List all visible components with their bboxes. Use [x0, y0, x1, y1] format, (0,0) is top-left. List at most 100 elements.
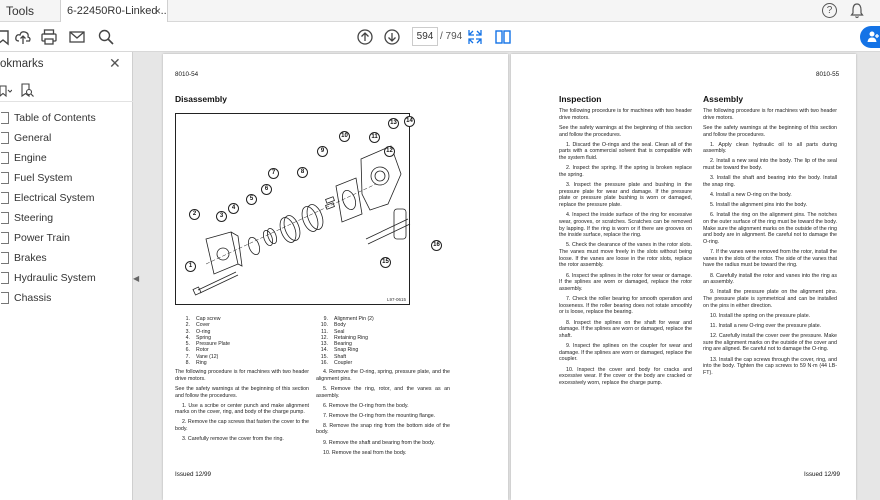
callout-4: 4 [228, 203, 239, 214]
paragraph: 4. Remove the O-ring, spring, pressure p… [316, 369, 450, 382]
bell-icon[interactable] [850, 3, 864, 19]
legend-text: Ring [196, 360, 207, 367]
bookmark-icon [1, 272, 9, 284]
bookmarks-toolbar [0, 80, 133, 102]
close-panel-button[interactable]: ✕ [109, 55, 121, 72]
paragraph: See the safety warnings at the beginning… [703, 124, 837, 138]
paragraph: 7. If the vanes were removed from the ro… [703, 249, 837, 269]
bookmark-icon [1, 152, 9, 164]
bookmark-item[interactable]: Hydraulic System [0, 268, 96, 288]
bookmark-item[interactable]: Engine [0, 148, 47, 168]
bookmark-icon [1, 252, 9, 264]
share-button[interactable] [860, 26, 880, 48]
bookmarks-title: okmarks [0, 58, 44, 70]
bookmark-item[interactable]: Table of Contents [0, 108, 96, 128]
legend-text: Bearing [334, 341, 352, 348]
bookmark-item[interactable]: Chassis [0, 288, 51, 308]
paragraph: 8. Carefully install the rotor and vanes… [703, 272, 837, 286]
previous-page-icon[interactable] [356, 28, 374, 46]
bookmark-search-icon[interactable] [20, 83, 34, 98]
paragraph: 4. Install a new O-ring on the body. [710, 191, 792, 198]
page-footer: Issued 12/99 [804, 471, 841, 478]
legend-text: Spring [196, 334, 211, 341]
pdf-page-right: 8010-55 Inspection Assembly The followin… [511, 54, 856, 500]
bookmark-label: Steering [14, 212, 54, 224]
paragraph: 12. Carefully install the cover over the… [703, 333, 837, 353]
bookmark-item[interactable]: Power Train [0, 228, 70, 248]
paragraph: 10. Inspect the cover and body for crack… [559, 366, 692, 386]
paragraph: 9. Install the pressure plate on the ali… [703, 289, 837, 309]
legend-text: Cover [196, 322, 210, 329]
page-number-label: 8010-55 [816, 71, 840, 78]
email-icon[interactable] [68, 28, 86, 46]
bookmark-label: Hydraulic System [14, 272, 96, 284]
bookmark-item[interactable]: Fuel System [0, 168, 72, 188]
legend-text: Snap Ring [334, 347, 359, 354]
tab-bar: Tools 6-22450R0-Linked ... × ? [0, 0, 880, 22]
document-view[interactable]: ◀ 8010-54 Disassembly 1 2 3 4 5 6 7 8 9 … [133, 52, 880, 500]
paragraph: 9. Remove the shaft and bearing from the… [323, 439, 435, 446]
callout-6: 6 [261, 184, 272, 195]
disassembly-column-1: The following procedure is for machines … [175, 369, 309, 446]
paragraph: 2. Remove the cap screws that fasten the… [175, 419, 309, 433]
callout-7: 7 [268, 168, 279, 179]
bookmark-label: Fuel System [14, 172, 73, 184]
paragraph: 6. Install the ring on the alignment pin… [703, 212, 837, 245]
collapse-panel-icon[interactable]: ◀ [133, 274, 139, 283]
callout-14: 14 [404, 116, 415, 127]
paragraph: 7. Remove the O-ring from the mounting f… [323, 412, 436, 419]
paragraph: 9. Inspect the splines on the coupler fo… [559, 343, 692, 363]
fit-page-icon[interactable] [466, 28, 484, 46]
legend-text: Rotor [196, 347, 209, 354]
bookmark-label: Chassis [14, 292, 52, 304]
bookmark-label: Power Train [14, 232, 71, 244]
share-person-icon [867, 31, 879, 42]
disassembly-column-2: 4. Remove the O-ring, spring, pressure p… [316, 369, 450, 460]
section-title-disassembly: Disassembly [175, 94, 227, 104]
legend-text: Coupler [334, 360, 353, 367]
bookmark-item[interactable]: Electrical System [0, 188, 95, 208]
bookmark-label: Engine [14, 152, 47, 164]
bookmark-options-icon[interactable] [0, 84, 12, 98]
bookmark-label: General [14, 132, 52, 144]
paragraph: 1. Discard the O-rings and the seal. Cle… [559, 141, 692, 161]
page-number-input[interactable]: 594 [412, 27, 438, 46]
figure-legend-left: 1. Cap screw 2. Cover 3. O-ring 4. Spring 5. Pres… [178, 316, 230, 366]
bookmark-item[interactable]: General [0, 128, 51, 148]
bookmark-label: Brakes [14, 252, 47, 264]
legend-item: 8. Ring [178, 360, 230, 366]
bookmarks-panel: okmarks ✕ Table of Contents General Engine… [0, 52, 133, 500]
upload-cloud-icon[interactable] [14, 28, 32, 46]
paragraph: 8. Inspect the splines on the shaft for … [559, 319, 692, 339]
paragraph: 11. Install a new O-ring over the pressu… [710, 322, 822, 329]
tab-document[interactable]: 6-22450R0-Linked ... × [60, 0, 168, 22]
paragraph: 8. Remove the snap ring from the bottom … [316, 422, 450, 436]
callout-11: 11 [369, 132, 380, 143]
tab-close-button[interactable]: × [154, 0, 161, 22]
bookmark-icon [1, 192, 9, 204]
paragraph: 13. Install the cap screws through the c… [703, 356, 837, 376]
paragraph: 1. Apply clean hydraulic oil to all part… [703, 141, 837, 155]
paragraph: 4. Inspect the inside surface of the rin… [559, 212, 692, 239]
next-page-icon[interactable] [383, 28, 401, 46]
two-page-view-icon[interactable] [494, 28, 512, 46]
legend-text: Retaining Ring [334, 334, 369, 341]
paragraph: The following procedure is for machines … [559, 108, 692, 121]
tab-tools[interactable]: Tools [0, 0, 60, 22]
print-icon[interactable] [40, 28, 58, 46]
legend-text: Alignment Pin (2) [334, 316, 374, 322]
legend-number: 8. [185, 360, 190, 367]
page-total: / 794 [440, 31, 463, 42]
paragraph: 1. Use a scribe or center punch and make… [175, 402, 309, 416]
paragraph: 5. Check the clearance of the vanes in t… [559, 242, 692, 269]
bookmark-add-icon[interactable] [0, 28, 12, 46]
bookmark-label: Table of Contents [14, 112, 96, 124]
help-icon[interactable]: ? [822, 3, 837, 18]
callout-3: 3 [216, 211, 227, 222]
paragraph: 3. Install the shaft and bearing into th… [703, 175, 837, 188]
bookmark-item[interactable]: Brakes [0, 248, 47, 268]
search-icon[interactable] [97, 28, 115, 46]
section-title-assembly: Assembly [703, 94, 744, 104]
paragraph: 6. Inspect the splines in the rotor for … [559, 272, 692, 292]
bookmark-item[interactable]: Steering [0, 208, 53, 228]
